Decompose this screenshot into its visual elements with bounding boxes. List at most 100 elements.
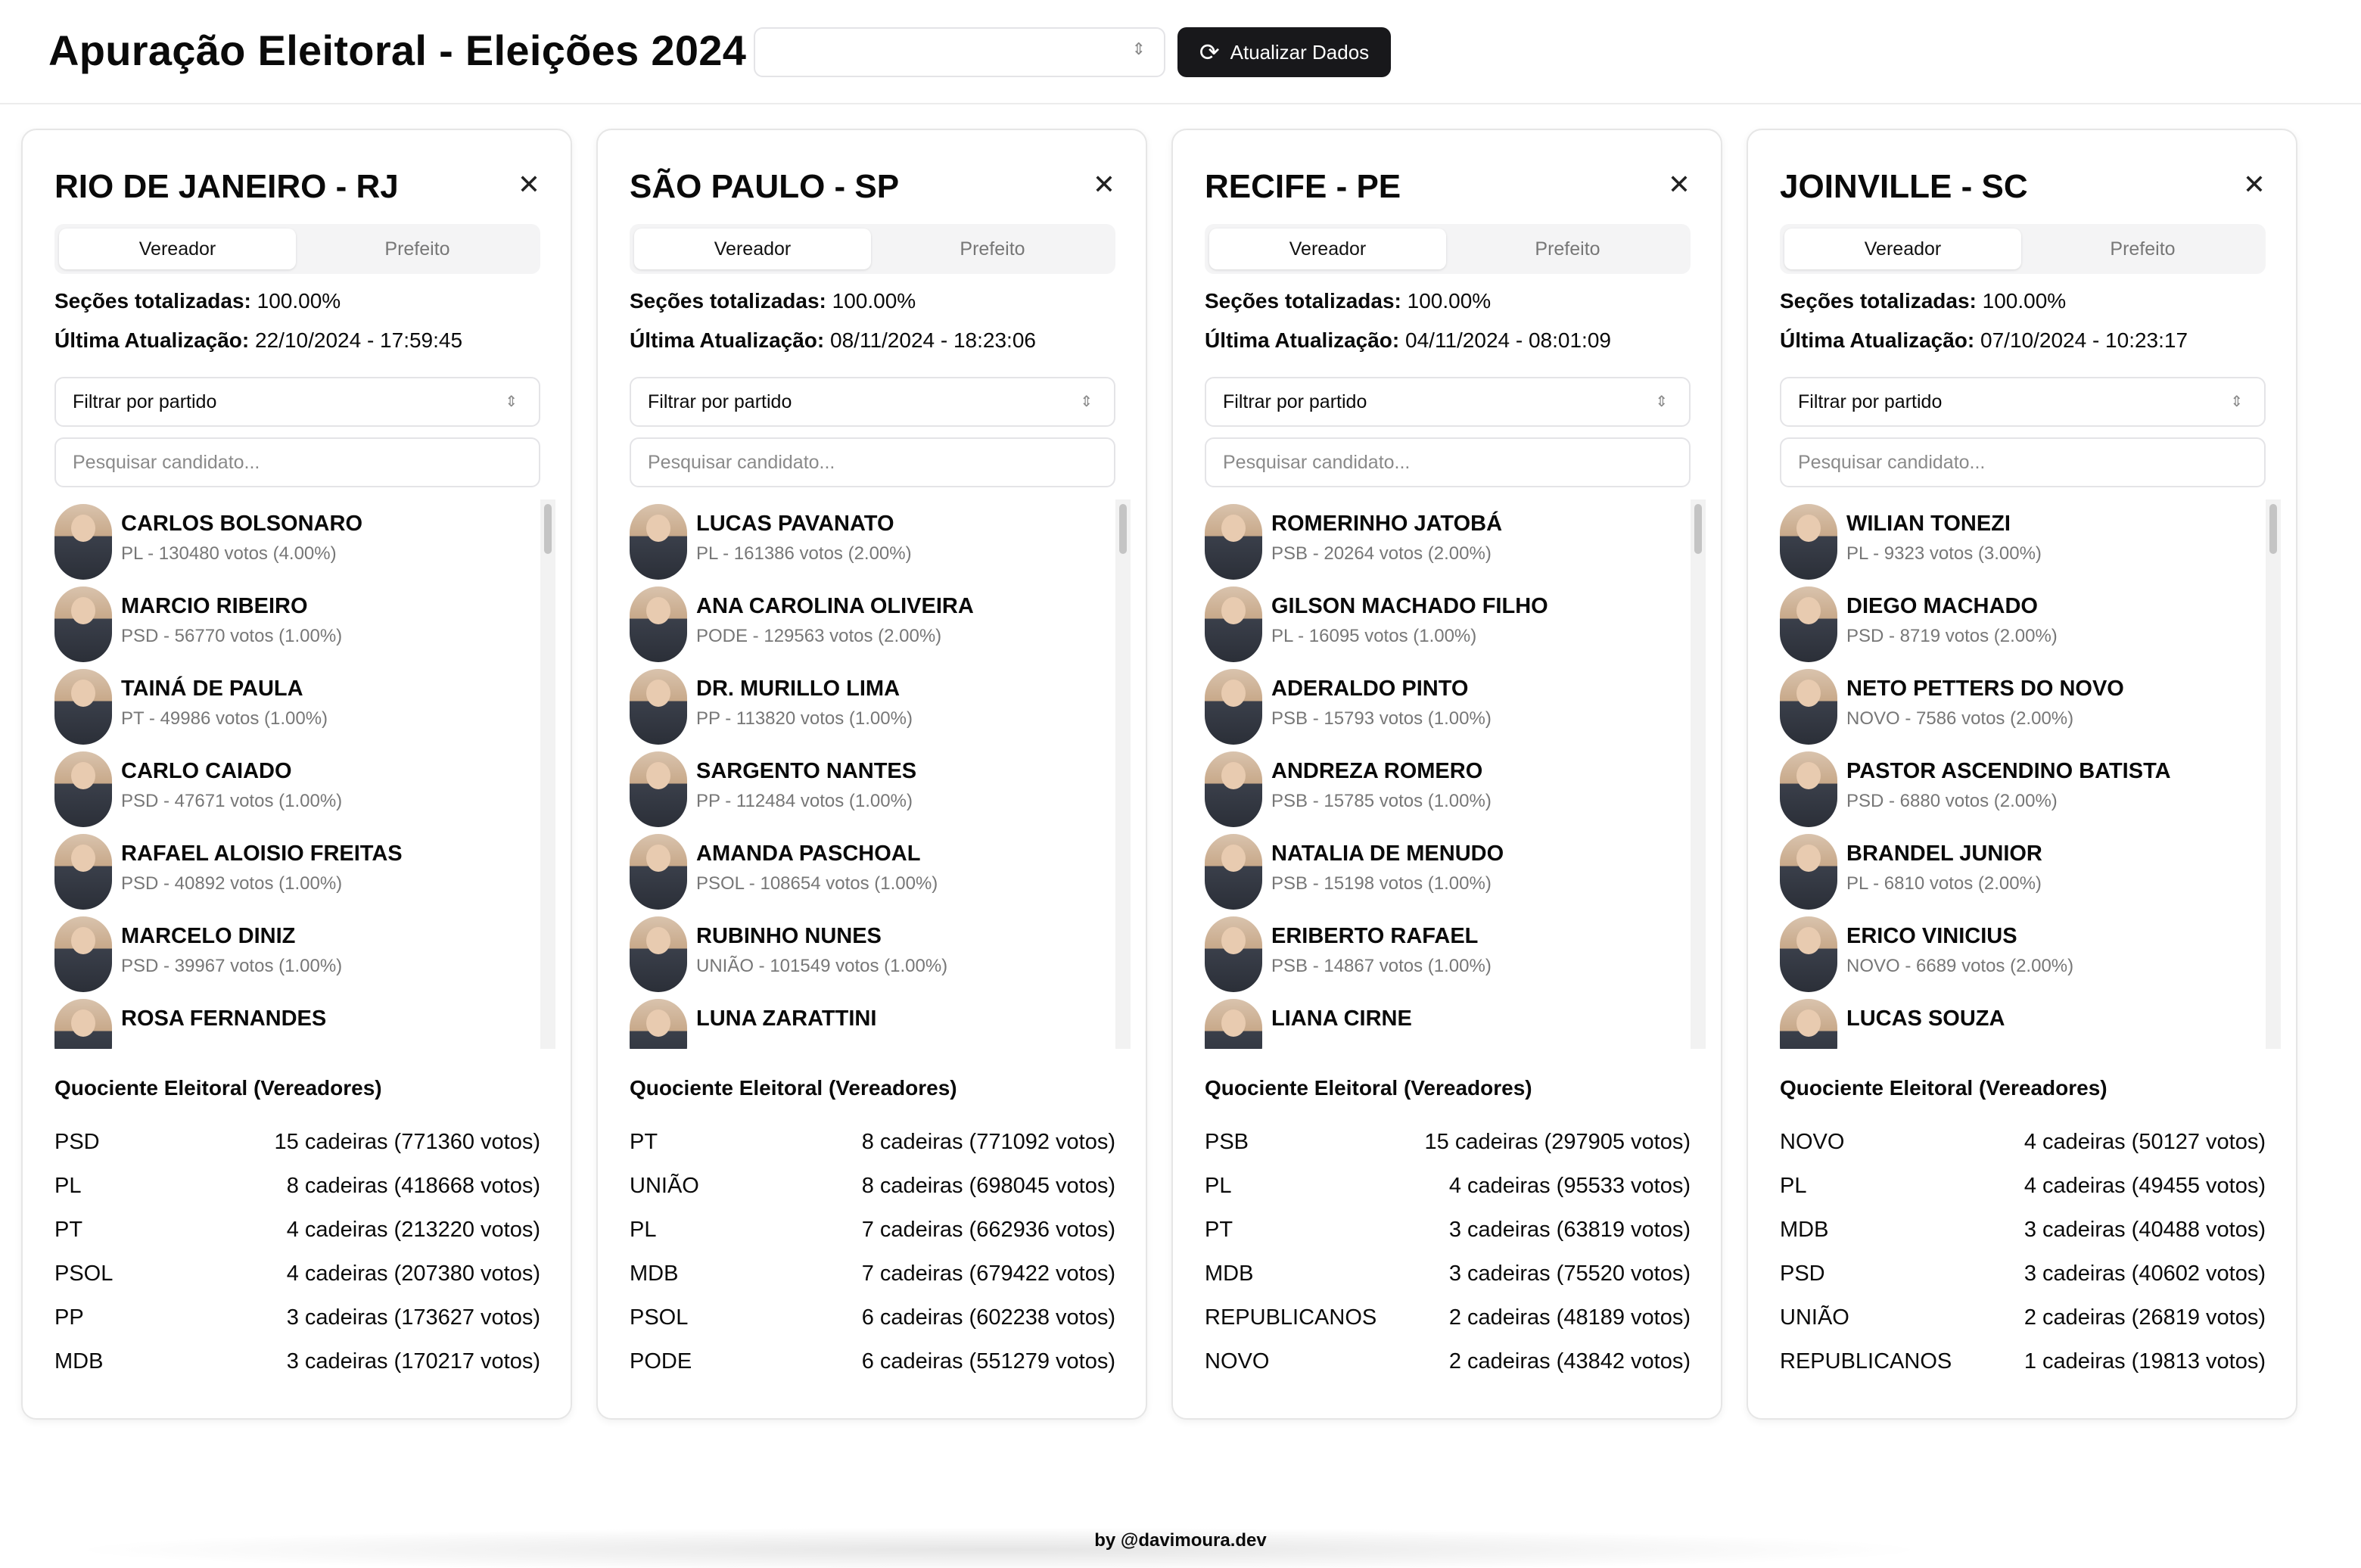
quotient-party: PT [54,1217,83,1242]
quotient-row: MDB 3 cadeiras (40488 votos) [1780,1208,2266,1252]
candidate-item[interactable]: ERICO VINICIUS NOVO - 6689 votos (2.00%) [1780,912,2266,994]
candidate-votes: PT - 49986 votos (1.00%) [121,708,328,729]
quotient-value: 8 cadeiras (418668 votos) [286,1173,540,1198]
scrollbar-thumb[interactable] [544,504,552,554]
close-icon[interactable]: ✕ [1093,171,1115,198]
tab-vereador[interactable]: Vereador [1784,229,2021,269]
close-icon[interactable]: ✕ [2243,171,2266,198]
candidate-photo [1780,504,1837,580]
candidate-photo [1205,999,1262,1049]
close-icon[interactable]: ✕ [1668,171,1691,198]
candidate-item[interactable]: NATALIA DE MENUDO PSB - 15198 votos (1.0… [1205,829,1691,912]
candidate-item[interactable]: LUCAS SOUZA [1780,994,2266,1049]
candidate-item[interactable]: MARCELO DINIZ PSD - 39967 votos (1.00%) [54,912,540,994]
scrollbar-thumb[interactable] [2269,504,2277,554]
candidate-item[interactable]: ADERALDO PINTO PSB - 15793 votos (1.00%) [1205,664,1691,747]
candidate-name: BRANDEL JUNIOR [1846,842,2042,866]
candidate-votes: PSD - 47671 votos (1.00%) [121,791,343,811]
quotient-row: PSB 15 cadeiras (297905 votos) [1205,1120,1691,1164]
candidate-item[interactable]: RAFAEL ALOISIO FREITAS PSD - 40892 votos… [54,829,540,912]
candidate-photo [1205,669,1262,745]
tab-vereador[interactable]: Vereador [634,229,871,269]
candidate-votes: PSD - 8719 votos (2.00%) [1846,626,2058,646]
candidate-item[interactable]: ANA CAROLINA OLIVEIRA PODE - 129563 voto… [630,582,1115,664]
candidate-list[interactable]: ROMERINHO JATOBÁ PSB - 20264 votos (2.00… [1205,499,1691,1049]
candidate-search-input[interactable] [1205,437,1691,487]
candidate-list[interactable]: LUCAS PAVANATO PL - 161386 votos (2.00%)… [630,499,1115,1049]
candidate-search-input[interactable] [630,437,1115,487]
tab-prefeito[interactable]: Prefeito [874,229,1111,269]
candidate-item[interactable]: ROSA FERNANDES [54,994,540,1049]
candidate-item[interactable]: TAINÁ DE PAULA PT - 49986 votos (1.00%) [54,664,540,747]
quotient-value: 4 cadeiras (213220 votos) [286,1217,540,1242]
sections-info: Seções totalizadas: 100.00% [1780,289,2066,313]
candidate-item[interactable]: GILSON MACHADO FILHO PL - 16095 votos (1… [1205,582,1691,664]
candidate-item[interactable]: ERIBERTO RAFAEL PSB - 14867 votos (1.00%… [1205,912,1691,994]
quotient-value: 3 cadeiras (170217 votos) [286,1349,540,1374]
quotient-value: 7 cadeiras (679422 votos) [861,1261,1115,1286]
sections-label: Seções totalizadas: [1205,289,1401,313]
candidate-votes: PL - 6810 votos (2.00%) [1846,873,2042,894]
tab-vereador[interactable]: Vereador [59,229,296,269]
quotient-list: PSD 15 cadeiras (771360 votos) PL 8 cade… [54,1120,540,1383]
party-filter-select[interactable]: Filtrar por partido ⇕ [1780,377,2266,427]
scrollbar[interactable] [1115,499,1131,1049]
quotient-row: UNIÃO 8 cadeiras (698045 votos) [630,1164,1115,1208]
candidate-search-input[interactable] [54,437,540,487]
refresh-icon: ⟳ [1199,39,1220,66]
candidate-item[interactable]: RUBINHO NUNES UNIÃO - 101549 votos (1.00… [630,912,1115,994]
candidate-item[interactable]: CARLO CAIADO PSD - 47671 votos (1.00%) [54,747,540,829]
close-icon[interactable]: ✕ [518,171,540,198]
scrollbar-thumb[interactable] [1694,504,1702,554]
scrollbar[interactable] [540,499,555,1049]
candidate-item[interactable]: NETO PETTERS DO NOVO NOVO - 7586 votos (… [1780,664,2266,747]
scrollbar[interactable] [1691,499,1706,1049]
tab-prefeito[interactable]: Prefeito [299,229,536,269]
candidate-item[interactable]: AMANDA PASCHOAL PSOL - 108654 votos (1.0… [630,829,1115,912]
candidate-name: CARLOS BOLSONARO [121,512,362,536]
candidate-item[interactable]: DR. MURILLO LIMA PP - 113820 votos (1.00… [630,664,1115,747]
candidate-item[interactable]: PASTOR ASCENDINO BATISTA PSD - 6880 voto… [1780,747,2266,829]
scrollbar-thumb[interactable] [1119,504,1127,554]
quotient-party: PSD [54,1129,100,1154]
candidate-list[interactable]: WILIAN TONEZI PL - 9323 votos (3.00%) DI… [1780,499,2266,1049]
candidate-name: NETO PETTERS DO NOVO [1846,677,2124,701]
candidate-item[interactable]: DIEGO MACHADO PSD - 8719 votos (2.00%) [1780,582,2266,664]
candidate-item[interactable]: LUNA ZARATTINI [630,994,1115,1049]
city-select[interactable]: ⇕ [754,27,1165,77]
candidate-item[interactable]: ANDREZA ROMERO PSB - 15785 votos (1.00%) [1205,747,1691,829]
party-filter-select[interactable]: Filtrar por partido ⇕ [630,377,1115,427]
tab-prefeito[interactable]: Prefeito [2024,229,2261,269]
last-update-label: Última Atualização: [1780,328,1975,352]
footer-credit: by @davimoura.dev [1094,1530,1267,1551]
scrollbar[interactable] [2266,499,2281,1049]
sections-info: Seções totalizadas: 100.00% [630,289,916,313]
candidate-photo [1205,751,1262,827]
chevron-updown-icon: ⇕ [1080,394,1093,410]
candidate-item[interactable]: CARLOS BOLSONARO PL - 130480 votos (4.00… [54,499,540,582]
party-filter-select[interactable]: Filtrar por partido ⇕ [1205,377,1691,427]
quotient-row: PT 8 cadeiras (771092 votos) [630,1120,1115,1164]
candidate-item[interactable]: WILIAN TONEZI PL - 9323 votos (3.00%) [1780,499,2266,582]
candidate-item[interactable]: ROMERINHO JATOBÁ PSB - 20264 votos (2.00… [1205,499,1691,582]
candidate-item[interactable]: SARGENTO NANTES PP - 112484 votos (1.00%… [630,747,1115,829]
sections-label: Seções totalizadas: [54,289,251,313]
candidate-votes: PSD - 6880 votos (2.00%) [1846,791,2058,811]
candidate-item[interactable]: LUCAS PAVANATO PL - 161386 votos (2.00%) [630,499,1115,582]
quotient-value: 3 cadeiras (40602 votos) [2023,1261,2266,1286]
candidate-name: SARGENTO NANTES [696,759,917,783]
candidate-photo [1205,504,1262,580]
candidate-list[interactable]: CARLOS BOLSONARO PL - 130480 votos (4.00… [54,499,540,1049]
candidate-search-input[interactable] [1780,437,2266,487]
tab-vereador[interactable]: Vereador [1209,229,1446,269]
quotient-value: 3 cadeiras (63819 votos) [1448,1217,1691,1242]
candidate-item[interactable]: LIANA CIRNE [1205,994,1691,1049]
tab-prefeito[interactable]: Prefeito [1449,229,1686,269]
candidate-item[interactable]: MARCIO RIBEIRO PSD - 56770 votos (1.00%) [54,582,540,664]
candidate-item[interactable]: BRANDEL JUNIOR PL - 6810 votos (2.00%) [1780,829,2266,912]
candidate-name: TAINÁ DE PAULA [121,677,303,701]
party-filter-select[interactable]: Filtrar por partido ⇕ [54,377,540,427]
refresh-button[interactable]: ⟳ Atualizar Dados [1177,27,1391,77]
candidate-votes: PSD - 39967 votos (1.00%) [121,956,343,976]
sections-value: 100.00% [257,289,341,313]
